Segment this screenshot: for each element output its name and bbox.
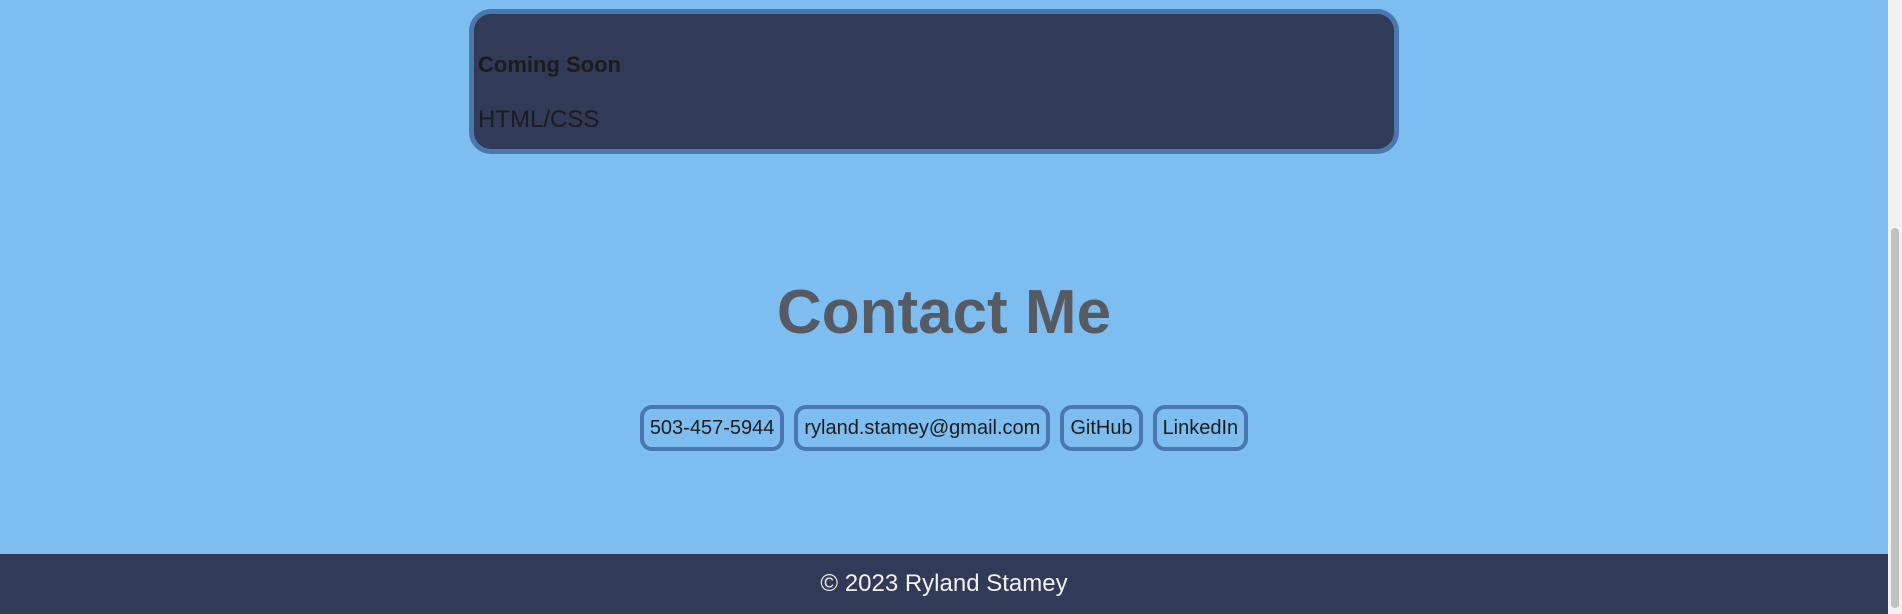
scrollbar-thumb[interactable] [1891,228,1899,608]
footer: © 2023 Ryland Stamey [0,554,1888,614]
project-tech: HTML/CSS [478,106,600,133]
linkedin-link[interactable]: LinkedIn [1152,405,1249,451]
email-link[interactable]: ryland.stamey@gmail.com [794,405,1051,451]
contact-links: 503-457-5944 ryland.stamey@gmail.com Git… [0,405,1888,451]
github-link[interactable]: GitHub [1060,405,1143,451]
page: Coming Soon HTML/CSS Contact Me 503-457-… [0,0,1888,614]
project-card: Coming Soon HTML/CSS [469,9,1399,154]
phone-link[interactable]: 503-457-5944 [639,405,785,451]
scrollbar[interactable] [1888,0,1902,614]
project-title: Coming Soon [478,52,621,77]
footer-copyright: © 2023 Ryland Stamey [820,570,1068,597]
contact-heading: Contact Me [776,278,1112,347]
